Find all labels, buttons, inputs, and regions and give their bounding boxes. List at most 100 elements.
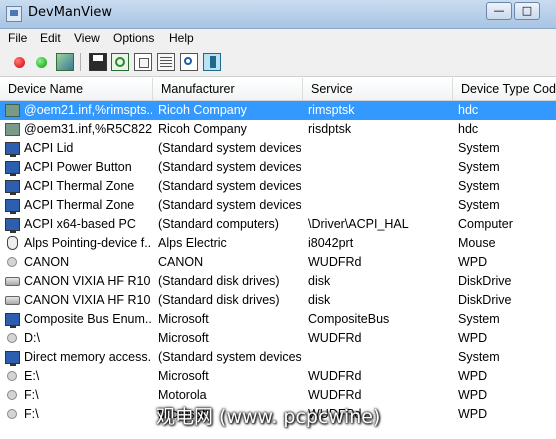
- cell-type: Mouse: [458, 236, 496, 250]
- menu-help[interactable]: Help: [169, 31, 194, 45]
- cell-name: F:\: [24, 388, 39, 402]
- maximize-button[interactable]: □: [514, 2, 540, 20]
- disk-device-icon: [5, 277, 20, 286]
- table-row[interactable]: E:\ Microsoft WUDFRd WPD: [0, 367, 556, 386]
- cell-mfr: (Standard system devices): [158, 198, 301, 212]
- cell-type: hdc: [458, 103, 479, 117]
- cell-svc: WUDFRd: [308, 331, 362, 345]
- cell-type: System: [458, 198, 500, 212]
- cell-svc: WUDFRd: [308, 255, 362, 269]
- refresh-icon[interactable]: [111, 53, 129, 71]
- table-row[interactable]: ACPI Lid (Standard system devices) System: [0, 139, 556, 158]
- cell-name: @oem31.inf,%R5C822...: [24, 122, 152, 136]
- cell-mfr: (Standard computers): [158, 217, 279, 231]
- cell-type: System: [458, 350, 500, 364]
- find-icon[interactable]: [180, 53, 198, 71]
- cell-type: hdc: [458, 122, 479, 136]
- table-row[interactable]: CANON VIXIA HF R10 ... (Standard disk dri…: [0, 291, 556, 310]
- menu-bar: File Edit View Options Help: [0, 29, 556, 48]
- cell-mfr: (Standard disk drives): [158, 274, 280, 288]
- monitor-device-icon: [5, 199, 20, 214]
- monitor-device-icon: [5, 180, 20, 195]
- cell-type: System: [458, 160, 500, 174]
- cell-mfr: (Standard system devices): [158, 160, 301, 174]
- table-row[interactable]: @oem31.inf,%R5C822... Ricoh Company risdpt…: [0, 120, 556, 139]
- cell-svc: rimsptsk: [308, 103, 355, 117]
- circle-device-icon: [7, 390, 17, 400]
- cell-type: DiskDrive: [458, 293, 512, 307]
- cell-svc: [308, 177, 451, 196]
- table-row[interactable]: ACPI Power Button (Standard system device…: [0, 158, 556, 177]
- cell-type: System: [458, 312, 500, 326]
- table-row[interactable]: Direct memory access... (Standard system …: [0, 348, 556, 367]
- table-row[interactable]: @oem21.inf,%rimspts... Ricoh Company rimsp…: [0, 101, 556, 120]
- mouse-device-icon: [7, 236, 18, 250]
- save-icon[interactable]: [89, 53, 107, 71]
- table-row[interactable]: ACPI x64-based PC (Standard computers) \Dr…: [0, 215, 556, 234]
- table-row[interactable]: CANON CANON WUDFRd WPD: [0, 253, 556, 272]
- table-row[interactable]: Composite Bus Enum... Microsoft CompositeB…: [0, 310, 556, 329]
- cell-mfr: Microsoft: [158, 331, 209, 345]
- cell-name: CANON VIXIA HF R10 ...: [24, 274, 152, 288]
- enable-green-icon[interactable]: [36, 57, 47, 68]
- menu-file[interactable]: File: [8, 31, 27, 45]
- cell-type: System: [458, 179, 500, 193]
- cell-name: @oem21.inf,%rimspts...: [24, 103, 152, 117]
- cell-mfr: Ricoh Company: [158, 103, 247, 117]
- cell-name: ACPI Power Button: [24, 160, 132, 174]
- cell-name: ACPI Lid: [24, 141, 74, 155]
- list-header: Device Name Manufacturer Service Device …: [0, 78, 556, 101]
- cell-name: D:\: [24, 331, 40, 345]
- menu-view[interactable]: View: [74, 31, 100, 45]
- disable-red-icon[interactable]: [14, 57, 25, 68]
- cell-name: ACPI Thermal Zone: [24, 198, 135, 212]
- html-report-icon[interactable]: [157, 53, 175, 71]
- cell-svc: WUDFRd: [308, 369, 362, 383]
- cell-name: Direct memory access...: [24, 350, 152, 364]
- cell-svc: [308, 348, 451, 367]
- cell-name: CANON VIXIA HF R10 ...: [24, 293, 152, 307]
- cell-mfr: Ricoh Company: [158, 122, 247, 136]
- window-title: DevManView: [28, 5, 112, 20]
- properties-icon[interactable]: [56, 53, 74, 71]
- cell-svc: [308, 139, 451, 158]
- minimize-button[interactable]: —: [486, 2, 512, 20]
- device-list[interactable]: @oem21.inf,%rimspts... Ricoh Company rimsp…: [0, 101, 556, 439]
- column-header-manufacturer[interactable]: Manufacturer: [153, 78, 303, 100]
- table-row[interactable]: CANON VIXIA HF R10 ... (Standard disk dri…: [0, 272, 556, 291]
- menu-options[interactable]: Options: [113, 31, 154, 45]
- cell-mfr: Microsoft: [158, 312, 209, 326]
- circle-device-icon: [7, 371, 17, 381]
- menu-edit[interactable]: Edit: [40, 31, 61, 45]
- cell-name: Composite Bus Enum...: [24, 312, 152, 326]
- column-header-device-name[interactable]: Device Name: [0, 78, 153, 100]
- table-row[interactable]: Alps Pointing-device f... Alps Electric i8…: [0, 234, 556, 253]
- cell-type: DiskDrive: [458, 274, 512, 288]
- table-row[interactable]: ACPI Thermal Zone (Standard system device…: [0, 196, 556, 215]
- column-header-device-type-code[interactable]: Device Type Code: [453, 78, 556, 100]
- cell-svc: [308, 196, 451, 215]
- circle-device-icon: [7, 409, 17, 419]
- cell-svc: disk: [308, 274, 331, 288]
- table-row[interactable]: D:\ Microsoft WUDFRd WPD: [0, 329, 556, 348]
- cell-name: ACPI x64-based PC: [24, 217, 136, 231]
- cell-type: WPD: [458, 388, 488, 402]
- cell-name: CANON: [24, 255, 70, 269]
- cell-mfr: (Standard disk drives): [158, 293, 280, 307]
- watermark-text: 观电网 (www. pcpcwine): [156, 406, 381, 428]
- copy-icon[interactable]: [134, 53, 152, 71]
- cell-svc: [308, 158, 451, 177]
- exit-icon[interactable]: [203, 53, 221, 71]
- cell-svc: disk: [308, 293, 331, 307]
- column-header-service[interactable]: Service: [303, 78, 453, 100]
- toolbar: [0, 48, 556, 77]
- cell-name: ACPI Thermal Zone: [24, 179, 135, 193]
- cell-mfr: Alps Electric: [158, 236, 227, 250]
- disk-device-icon: [5, 296, 20, 305]
- table-row[interactable]: ACPI Thermal Zone (Standard system device…: [0, 177, 556, 196]
- cell-name: Alps Pointing-device f...: [24, 236, 152, 250]
- minimize-icon: —: [493, 4, 505, 17]
- cell-mfr: (Standard system devices): [158, 350, 301, 364]
- cell-type: System: [458, 141, 500, 155]
- cell-svc: i8042prt: [308, 236, 354, 250]
